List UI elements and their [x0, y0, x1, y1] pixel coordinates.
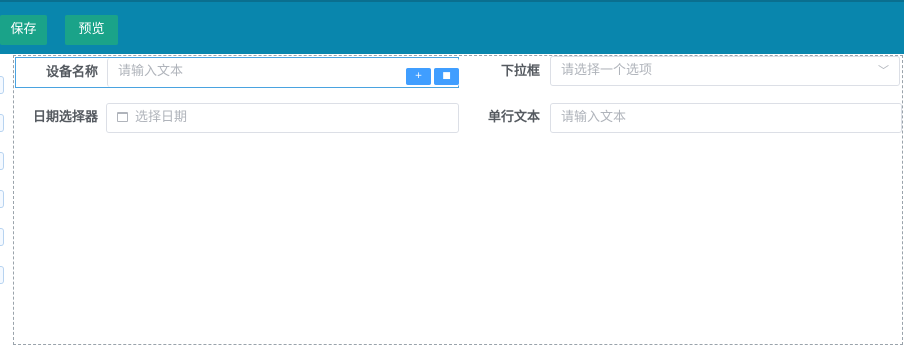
component-item[interactable] — [0, 114, 4, 132]
dropdown-label: 下拉框 — [500, 64, 540, 79]
calendar-icon — [117, 112, 128, 122]
component-item[interactable] — [0, 76, 4, 94]
form-design-canvas[interactable] — [13, 55, 903, 345]
dropdown-placeholder: 请选择一个选项 — [561, 63, 653, 78]
dropdown-select[interactable]: 请选择一个选项 ﹀ — [550, 56, 900, 86]
plus-icon: + — [414, 71, 423, 81]
date-picker-label: 日期选择器 — [32, 110, 98, 125]
single-text-input[interactable]: 请输入文本 — [550, 103, 902, 133]
chevron-down-icon: ﹀ — [878, 64, 889, 77]
trash-icon: ■ — [442, 71, 451, 81]
component-item[interactable] — [0, 190, 4, 208]
date-picker-input[interactable]: 选择日期 — [106, 103, 459, 133]
single-text-label: 单行文本 — [487, 110, 540, 125]
component-item[interactable] — [0, 266, 4, 284]
save-button[interactable]: 保存 — [0, 15, 47, 45]
device-name-label: 设备名称 — [45, 65, 98, 80]
top-toolbar: 保存 预览 — [0, 0, 904, 54]
delete-item-button[interactable]: ■ — [434, 68, 459, 85]
date-picker-placeholder: 选择日期 — [135, 110, 188, 125]
component-item[interactable] — [0, 152, 4, 170]
preview-button[interactable]: 预览 — [65, 15, 118, 45]
copy-item-button[interactable]: + — [406, 68, 431, 85]
component-item[interactable] — [0, 228, 4, 246]
component-panel-edge — [0, 54, 4, 342]
form-item-device-name[interactable]: 设备名称 请输入文本 + ■ — [15, 57, 459, 88]
